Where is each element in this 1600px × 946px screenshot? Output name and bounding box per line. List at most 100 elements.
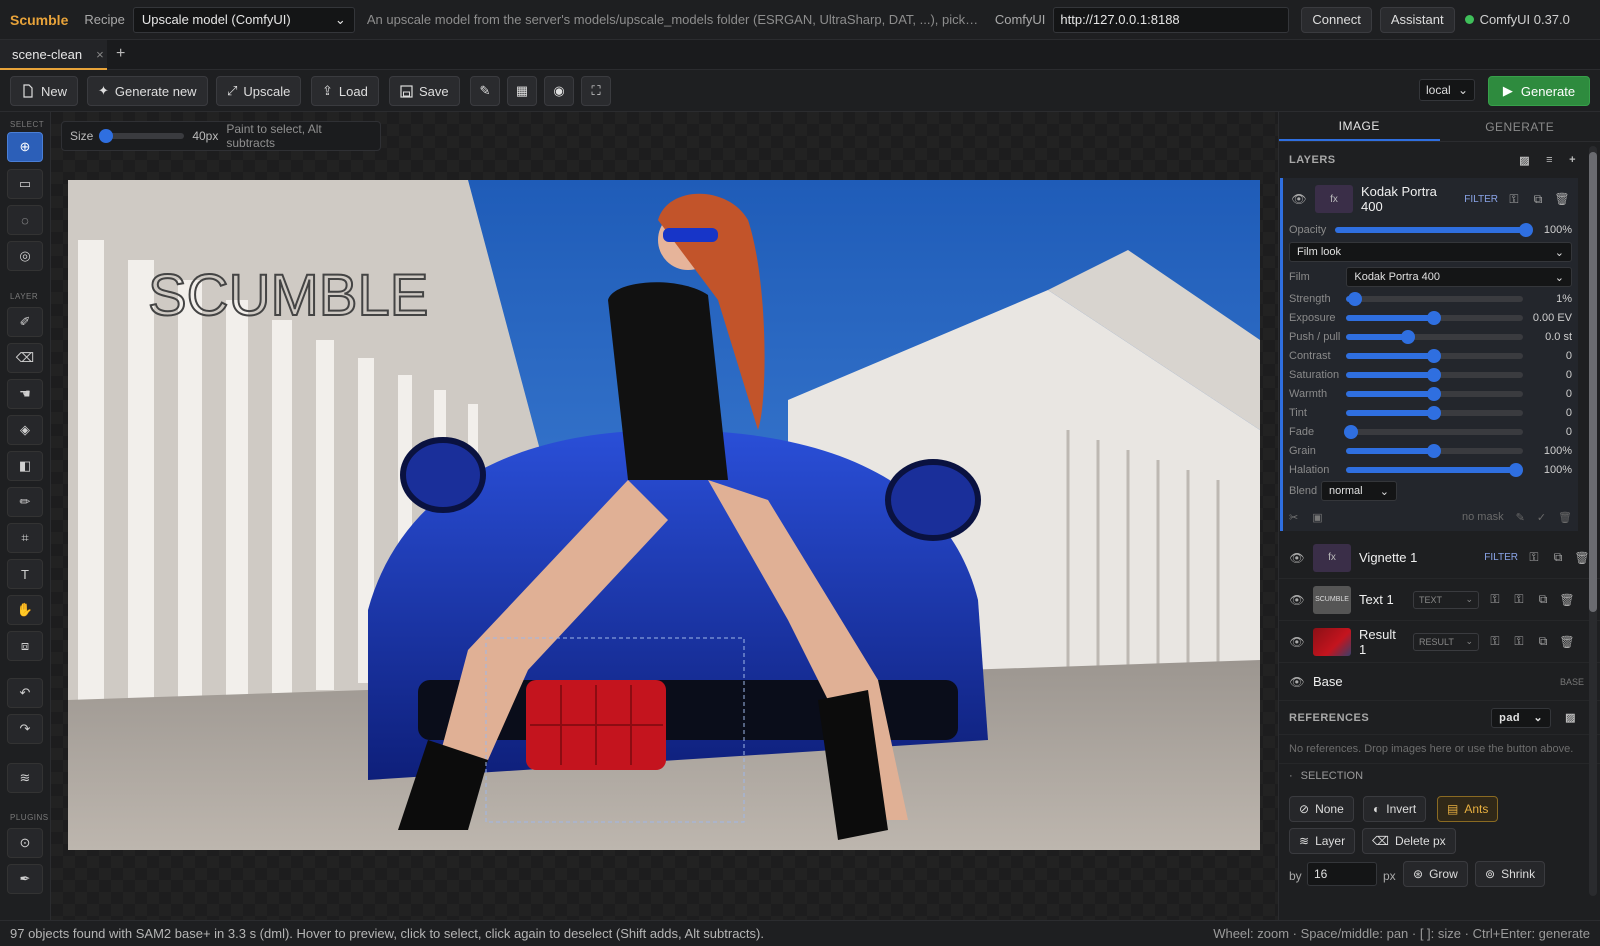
filter-preset-select[interactable]: Film look ⌄	[1289, 242, 1572, 262]
canvas-image[interactable]: SCUMBLE	[68, 180, 1260, 850]
layers-button[interactable]: ≋	[7, 763, 43, 793]
new-button[interactable]: New	[10, 76, 79, 106]
crop-tool[interactable]: ⌗	[7, 523, 43, 553]
tab-image[interactable]: IMAGE	[1279, 112, 1440, 141]
visibility-eye-icon[interactable]: 👁	[1289, 593, 1305, 607]
lasso-tool[interactable]: ◌	[7, 205, 43, 235]
duplicate-icon[interactable]: ⧉	[1535, 634, 1551, 649]
film-param-knob[interactable]	[1427, 443, 1442, 458]
blend-select[interactable]: normal ⌄	[1321, 481, 1397, 501]
comfy-url-input[interactable]: http://127.0.0.1:8188	[1053, 6, 1290, 33]
load-button[interactable]: ⇪ Load	[311, 76, 379, 106]
mask-icon[interactable]: ▣	[1312, 511, 1322, 524]
eraser-tool[interactable]: ⌫	[7, 343, 43, 373]
rect-select-tool[interactable]: ▭	[7, 169, 43, 199]
film-param-knob[interactable]	[1427, 367, 1442, 382]
film-param-knob[interactable]	[1400, 329, 1415, 344]
opacity-slider[interactable]	[1334, 222, 1534, 237]
smart-select-tool[interactable]: ⊕	[7, 132, 43, 162]
lock-icon[interactable]: ⚿	[1511, 592, 1527, 607]
delete-pixels-button[interactable]: ⌫ Delete px	[1362, 828, 1456, 854]
recipe-select[interactable]: Upscale model (ComfyUI) ⌄	[132, 6, 355, 33]
layer-role-select[interactable]: RESULT ⌄	[1413, 632, 1479, 651]
pencil-tool[interactable]: ✏	[7, 487, 43, 517]
canvas-area[interactable]: Size 40px Paint to select, Alt subtracts	[51, 112, 1278, 920]
film-param-slider[interactable]	[1344, 424, 1523, 439]
film-param-slider[interactable]	[1346, 348, 1523, 363]
connect-button[interactable]: Connect	[1301, 6, 1372, 33]
invert-selection-button[interactable]: ◐ Invert	[1363, 796, 1427, 822]
film-param-slider[interactable]	[1346, 367, 1523, 382]
layer-row-text[interactable]: 👁 SCUMBLE Text 1 TEXT ⌄ ⚿ ⚿ ⧉ 🗑	[1279, 579, 1600, 621]
generate-new-button[interactable]: ✦ Generate new	[87, 76, 208, 106]
pan-tool[interactable]: ✋	[7, 595, 43, 625]
film-param-knob[interactable]	[1427, 310, 1442, 325]
adjust-icon[interactable]: ≡	[1546, 154, 1553, 167]
visibility-eye-icon[interactable]: 👁	[1289, 675, 1305, 689]
film-param-knob[interactable]	[1427, 348, 1442, 363]
redo-button[interactable]: ↷	[7, 714, 43, 744]
lock-icon[interactable]: ⚿	[1506, 192, 1522, 207]
tab-scene-clean[interactable]: scene-clean ×	[0, 40, 107, 70]
select-none-button[interactable]: ⊘ None	[1289, 796, 1354, 822]
brush-tool[interactable]: ✐	[7, 307, 43, 337]
brush-size-knob[interactable]	[99, 129, 114, 143]
trash-icon[interactable]: 🗑	[1559, 635, 1575, 649]
tab-generate[interactable]: GENERATE	[1440, 112, 1600, 141]
layer-row-result[interactable]: 👁 Result 1 RESULT ⌄ ⚿ ⚿ ⧉ 🗑	[1279, 621, 1600, 663]
upscale-button[interactable]: ⤢ Upscale	[216, 76, 302, 106]
add-tab-button[interactable]: +	[116, 45, 125, 63]
transform-tool[interactable]: ⧈	[7, 631, 43, 661]
text-tool[interactable]: T	[7, 559, 43, 589]
undo-button[interactable]: ↶	[7, 678, 43, 708]
add-reference-icon[interactable]: ▨	[1565, 711, 1576, 724]
film-param-slider[interactable]	[1346, 386, 1523, 401]
link-lock-icon[interactable]: ⚿	[1487, 592, 1503, 607]
trash-icon[interactable]: 🗑	[1559, 593, 1575, 607]
assistant-button[interactable]: Assistant	[1379, 6, 1455, 33]
layer-row-base[interactable]: 👁 Base BASE	[1279, 663, 1600, 701]
plugin-target-tool[interactable]: ⊙	[7, 828, 43, 858]
film-param-slider[interactable]	[1346, 291, 1523, 306]
smudge-tool[interactable]: ☚	[7, 379, 43, 409]
duplicate-icon[interactable]: ⧉	[1530, 192, 1546, 207]
select-layer-button[interactable]: ≋ Layer	[1289, 828, 1356, 854]
opacity-knob[interactable]	[1519, 222, 1534, 237]
film-param-knob[interactable]	[1508, 462, 1523, 477]
save-button[interactable]: Save	[389, 76, 460, 106]
grow-by-input[interactable]: 16	[1307, 862, 1377, 886]
layer-row-vignette[interactable]: 👁 fx Vignette 1 FILTER ⚿ ⧉ 🗑	[1279, 537, 1600, 579]
grow-button[interactable]: ⊛ Grow	[1403, 861, 1468, 887]
fullscreen-button[interactable]: ⛶	[581, 76, 611, 106]
visibility-eye-icon[interactable]: 👁	[1289, 551, 1305, 565]
shape-tool[interactable]: ◧	[7, 451, 43, 481]
visibility-eye-icon[interactable]: 👁	[1289, 635, 1305, 649]
grid-button[interactable]: ▦	[507, 76, 537, 106]
visibility-eye-icon[interactable]: 👁	[1291, 192, 1307, 206]
plugin-pen-tool[interactable]: ✒	[7, 864, 43, 894]
film-param-slider[interactable]	[1346, 443, 1523, 458]
film-param-knob[interactable]	[1344, 424, 1359, 439]
film-select[interactable]: Kodak Portra 400 ⌄	[1346, 267, 1572, 287]
film-param-slider[interactable]	[1346, 462, 1523, 477]
fill-tool[interactable]: ◈	[7, 415, 43, 445]
trash-icon[interactable]: 🗑	[1554, 192, 1570, 206]
panel-scrollbar[interactable]	[1589, 146, 1597, 896]
shrink-button[interactable]: ⊚ Shrink	[1475, 861, 1546, 887]
link-lock-icon[interactable]: ⚿	[1487, 634, 1503, 649]
duplicate-icon[interactable]: ⧉	[1535, 592, 1551, 607]
film-param-slider[interactable]	[1346, 310, 1523, 325]
film-param-knob[interactable]	[1427, 405, 1442, 420]
film-param-slider[interactable]	[1346, 405, 1523, 420]
marching-ants-toggle[interactable]: ▤ Ants	[1437, 796, 1499, 822]
brush-size-slider[interactable]	[99, 129, 185, 143]
selection-header[interactable]: · SELECTION	[1279, 763, 1600, 788]
layer-role-select[interactable]: TEXT ⌄	[1413, 590, 1479, 609]
ruler-button[interactable]: ✎	[470, 76, 500, 106]
delete-mask-icon[interactable]: 🗑	[1558, 511, 1572, 524]
scissors-icon[interactable]: ✂	[1289, 511, 1298, 524]
film-param-slider[interactable]	[1346, 329, 1523, 344]
trash-icon[interactable]: 🗑	[1574, 551, 1590, 565]
film-param-knob[interactable]	[1427, 386, 1442, 401]
target-select[interactable]: local ⌄	[1419, 79, 1475, 101]
